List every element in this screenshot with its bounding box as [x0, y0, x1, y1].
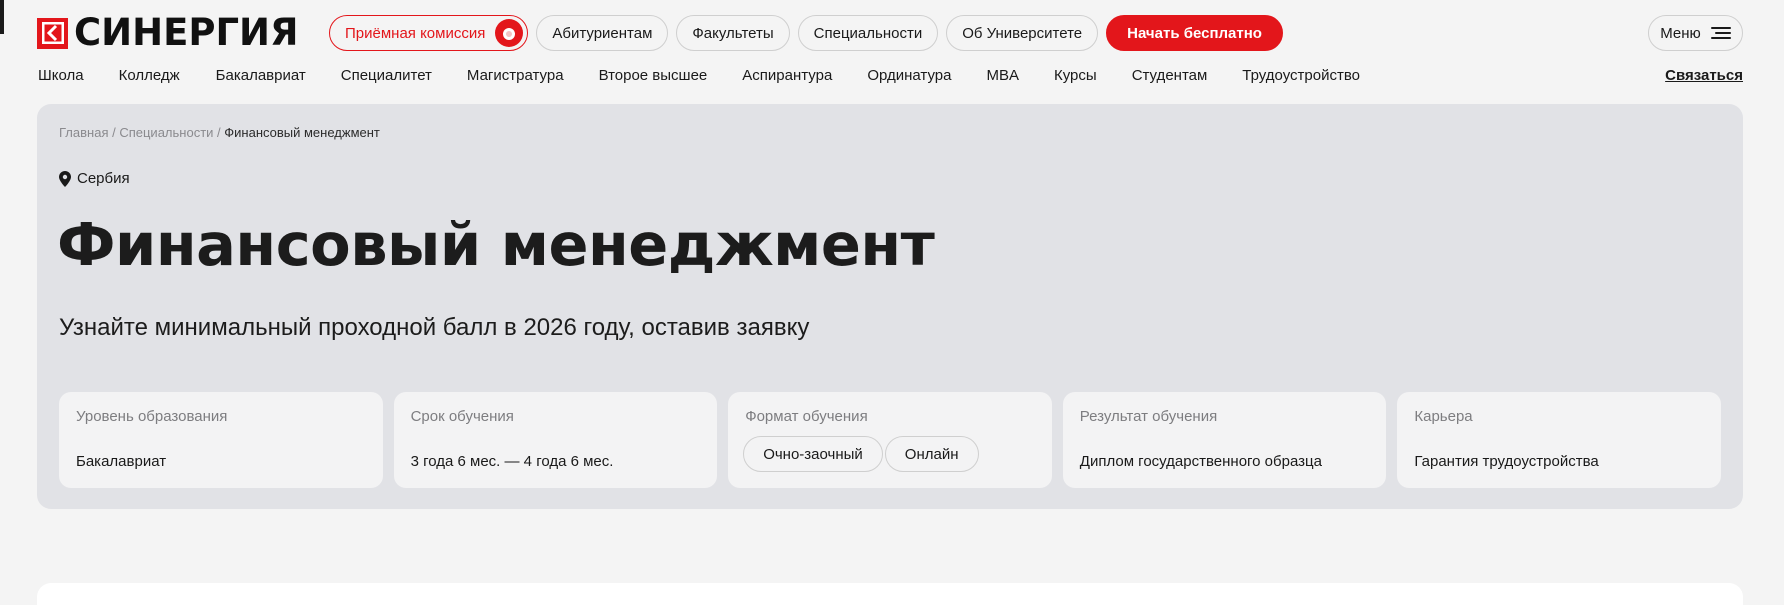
info-card-label: Результат обучения	[1079, 408, 1218, 425]
breadcrumb-specialties[interactable]: Специальности	[119, 125, 213, 140]
location-label: Сербия	[77, 170, 130, 187]
location: Сербия	[59, 170, 130, 187]
nav-item-college[interactable]: Колледж	[119, 67, 180, 87]
about-university-button[interactable]: Об Университете	[946, 15, 1099, 51]
nav-item-students[interactable]: Студентам	[1132, 67, 1208, 87]
format-tag-part-time[interactable]: Очно-заочный	[743, 436, 883, 472]
info-card-label: Формат обучения	[745, 408, 868, 425]
info-card-result: Результат обучения Диплом государственно…	[1062, 392, 1387, 488]
page-title: Финансовый менеджмент	[57, 210, 935, 279]
info-card-value: Диплом государственного образца	[1079, 453, 1322, 470]
nav-item-second-higher[interactable]: Второе высшее	[599, 67, 708, 87]
info-card-career: Карьера Гарантия трудоустройства	[1397, 392, 1721, 488]
admissions-button[interactable]: Приёмная комиссия	[329, 15, 529, 51]
info-card-level: Уровень образования Бакалавриат	[59, 392, 383, 488]
program-hero: Главная / Специальности / Финансовый мен…	[37, 104, 1743, 509]
hamburger-icon	[1710, 27, 1731, 39]
nav-item-school[interactable]: Школа	[38, 67, 84, 87]
header-pills: Приёмная комиссия Абитуриентам Факультет…	[329, 15, 1283, 51]
info-card-format: Формат обучения Очно-заочный Онлайн	[728, 392, 1052, 488]
location-pin-icon	[59, 170, 71, 187]
info-card-value: 3 года 6 мес. — 4 года 6 мес.	[410, 453, 614, 470]
faculties-button[interactable]: Факультеты	[676, 15, 790, 51]
nav-item-residency[interactable]: Ординатура	[867, 67, 951, 87]
format-tags: Очно-заочный Онлайн	[743, 436, 979, 472]
specialties-button[interactable]: Специальности	[797, 15, 939, 51]
menu-button[interactable]: Меню	[1648, 15, 1743, 51]
info-card-label: Карьера	[1414, 408, 1473, 425]
program-info-cards: Уровень образования Бакалавриат Срок обу…	[59, 392, 1721, 488]
breadcrumb-separator: /	[213, 125, 225, 140]
breadcrumb: Главная / Специальности / Финансовый мен…	[59, 125, 380, 140]
nav-item-employment[interactable]: Трудоустройство	[1242, 67, 1360, 87]
breadcrumb-home[interactable]: Главная	[59, 125, 108, 140]
start-free-button[interactable]: Начать бесплатно	[1106, 15, 1283, 51]
site-header: СИНЕРГИЯ Приёмная комиссия Абитуриентам …	[0, 0, 1784, 95]
admissions-avatar-icon	[495, 19, 524, 47]
nav-item-specialist[interactable]: Специалитет	[341, 67, 432, 87]
logo[interactable]: СИНЕРГИЯ	[37, 11, 299, 54]
admissions-label: Приёмная комиссия	[345, 24, 486, 42]
page-subtitle: Узнайте минимальный проходной балл в 202…	[59, 314, 810, 341]
menu-label: Меню	[1660, 24, 1701, 42]
format-tag-online[interactable]: Онлайн	[884, 436, 979, 472]
info-card-value: Гарантия трудоустройства	[1414, 453, 1599, 470]
nav-item-master[interactable]: Магистратура	[467, 67, 564, 87]
contact-link[interactable]: Связаться	[1665, 67, 1743, 84]
breadcrumb-separator: /	[108, 125, 120, 140]
breadcrumb-current: Финансовый менеджмент	[224, 125, 380, 140]
info-card-duration: Срок обучения 3 года 6 мес. — 4 года 6 м…	[393, 392, 718, 488]
nav-item-bachelor[interactable]: Бакалавриат	[216, 67, 306, 87]
logo-text: СИНЕРГИЯ	[74, 11, 299, 54]
main-nav: Школа Колледж Бакалавриат Специалитет Ма…	[38, 67, 1360, 87]
applicants-button[interactable]: Абитуриентам	[536, 15, 669, 51]
info-card-value: Бакалавриат	[76, 453, 167, 470]
logo-mark-icon	[37, 17, 68, 49]
nav-item-mba[interactable]: MBA	[986, 67, 1019, 87]
info-card-label: Уровень образования	[76, 408, 228, 425]
nav-item-postgraduate[interactable]: Аспирантура	[742, 67, 832, 87]
next-section-card	[37, 583, 1743, 605]
nav-item-courses[interactable]: Курсы	[1054, 67, 1097, 87]
info-card-label: Срок обучения	[410, 408, 514, 425]
